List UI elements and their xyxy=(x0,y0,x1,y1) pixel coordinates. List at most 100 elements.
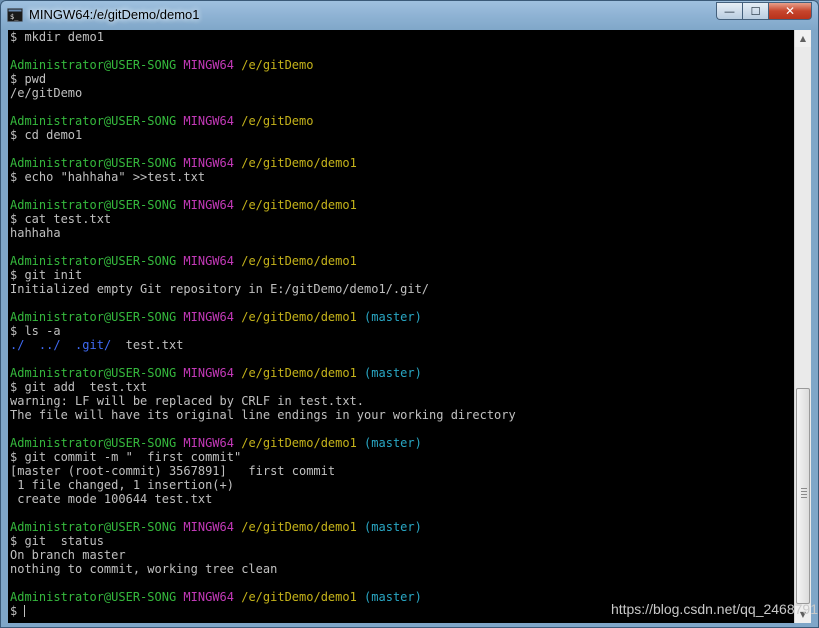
terminal-yellow-segment: /e/gitDemo/demo1 xyxy=(241,366,357,380)
terminal-green-segment: Administrator@USER-SONG xyxy=(10,366,177,380)
terminal-magenta-segment: MINGW64 xyxy=(183,310,234,324)
terminal-line: $ cd demo1 xyxy=(10,128,790,142)
terminal-line: [master (root-commit) 3567891] first com… xyxy=(10,464,790,478)
terminal-text-segment: $ ls -a xyxy=(10,324,61,338)
terminal-magenta-segment: MINGW64 xyxy=(183,156,234,170)
terminal-client-area[interactable]: $ mkdir demo1 Administrator@USER-SONG MIN… xyxy=(8,30,811,623)
terminal-output[interactable]: $ mkdir demo1 Administrator@USER-SONG MIN… xyxy=(10,30,790,623)
close-button[interactable]: ✕ xyxy=(768,2,812,20)
terminal-cyan-segment: (master) xyxy=(364,590,422,604)
terminal-text-segment: warning: LF will be replaced by CRLF in … xyxy=(10,394,365,408)
terminal-line: $ ls -a xyxy=(10,324,790,338)
terminal-line: ./ ../ .git/ test.txt xyxy=(10,338,790,352)
terminal-green-segment: Administrator@USER-SONG xyxy=(10,114,177,128)
terminal-green-segment: Administrator@USER-SONG xyxy=(10,254,177,268)
scrollbar-thumb[interactable] xyxy=(796,388,810,604)
terminal-line: Administrator@USER-SONG MINGW64 /e/gitDe… xyxy=(10,198,790,212)
terminal-line: $ echo "hahhaha" >>test.txt xyxy=(10,170,790,184)
terminal-text-segment: $ git add test.txt xyxy=(10,380,148,394)
terminal-line: /e/gitDemo xyxy=(10,86,790,100)
minimize-button[interactable]: — xyxy=(716,2,742,20)
terminal-cyan-segment: (master) xyxy=(364,436,422,450)
maximize-button[interactable]: ☐ xyxy=(742,2,768,20)
terminal-line: $ git init xyxy=(10,268,790,282)
terminal-line: Administrator@USER-SONG MINGW64 /e/gitDe… xyxy=(10,156,790,170)
terminal-yellow-segment: /e/gitDemo/demo1 xyxy=(241,254,357,268)
terminal-yellow-segment: /e/gitDemo/demo1 xyxy=(241,156,357,170)
terminal-green-segment: Administrator@USER-SONG xyxy=(10,436,177,450)
terminal-text-segment: hahhaha xyxy=(10,226,61,240)
terminal-yellow-segment: /e/gitDemo xyxy=(241,114,314,128)
terminal-text-segment: On branch master xyxy=(10,548,126,562)
terminal-text-segment: Initialized empty Git repository in E:/g… xyxy=(10,282,430,296)
terminal-line: On branch master xyxy=(10,548,790,562)
terminal-text-segment: /e/gitDemo xyxy=(10,86,83,100)
close-icon: ✕ xyxy=(784,4,796,18)
terminal-text-segment: create mode 100644 test.txt xyxy=(10,492,213,506)
terminal-text-segment: $ pwd xyxy=(10,72,47,86)
mingw-app-icon: $_ xyxy=(7,8,23,22)
terminal-line: Administrator@USER-SONG MINGW64 /e/gitDe… xyxy=(10,58,790,72)
terminal-yellow-segment: /e/gitDemo/demo1 xyxy=(241,520,357,534)
caption-buttons: — ☐ ✕ xyxy=(716,2,812,21)
terminal-blue-segment: ./ xyxy=(10,338,25,352)
terminal-text-segment: The file will have its original line end… xyxy=(10,408,516,422)
terminal-text-segment: nothing to commit, working tree clean xyxy=(10,562,278,576)
title-bar[interactable]: $_ MINGW64:/e/gitDemo/demo1 — ☐ ✕ xyxy=(1,1,818,29)
terminal-magenta-segment: MINGW64 xyxy=(183,590,234,604)
terminal-line: $ git status xyxy=(10,534,790,548)
scroll-up-icon: ▲ xyxy=(799,34,807,43)
terminal-cyan-segment: (master) xyxy=(364,310,422,324)
svg-text:$_: $_ xyxy=(10,13,19,21)
terminal-cyan-segment: (master) xyxy=(364,520,422,534)
maximize-icon: ☐ xyxy=(750,4,761,18)
terminal-line: Administrator@USER-SONG MINGW64 /e/gitDe… xyxy=(10,520,790,534)
terminal-text-segment: 1 file changed, 1 insertion(+) xyxy=(10,478,234,492)
terminal-text-segment: $ git status xyxy=(10,534,104,548)
terminal-text-segment: [master (root-commit) 3567891] first com… xyxy=(10,464,336,478)
terminal-blue-segment: ../ xyxy=(38,338,61,352)
terminal-line: Administrator@USER-SONG MINGW64 /e/gitDe… xyxy=(10,436,790,450)
minimize-icon: — xyxy=(724,4,735,18)
vertical-scrollbar[interactable]: ▲ ▼ xyxy=(794,30,811,623)
terminal-green-segment: Administrator@USER-SONG xyxy=(10,58,177,72)
terminal-line: $ mkdir demo1 xyxy=(10,30,790,44)
terminal-line: Administrator@USER-SONG MINGW64 /e/gitDe… xyxy=(10,366,790,380)
text-cursor xyxy=(24,605,26,617)
terminal-text-segment: test.txt xyxy=(111,338,184,352)
scroll-up-button[interactable]: ▲ xyxy=(795,30,811,47)
terminal-green-segment: Administrator@USER-SONG xyxy=(10,520,177,534)
terminal-cyan-segment: (master) xyxy=(364,366,422,380)
terminal-yellow-segment: /e/gitDemo/demo1 xyxy=(241,436,357,450)
terminal-text-segment: $ cd demo1 xyxy=(10,128,83,142)
watermark-text: https://blog.csdn.net/qq_2468791 xyxy=(610,601,818,617)
terminal-magenta-segment: MINGW64 xyxy=(183,114,234,128)
terminal-text-segment: $ git init xyxy=(10,268,83,282)
terminal-line: hahhaha xyxy=(10,226,790,240)
terminal-text-segment: $ git commit -m " first commit" xyxy=(10,450,242,464)
scrollbar-grip-icon xyxy=(801,488,807,500)
terminal-green-segment: Administrator@USER-SONG xyxy=(10,156,177,170)
terminal-text-segment: $ mkdir demo1 xyxy=(10,30,104,44)
terminal-line: $ git commit -m " first commit" xyxy=(10,450,790,464)
terminal-line: $ git add test.txt xyxy=(10,380,790,394)
terminal-text-segment: $ xyxy=(10,604,25,618)
terminal-line: Administrator@USER-SONG MINGW64 /e/gitDe… xyxy=(10,254,790,268)
terminal-yellow-segment: /e/gitDemo/demo1 xyxy=(241,590,357,604)
terminal-line: $ cat test.txt xyxy=(10,212,790,226)
terminal-line: warning: LF will be replaced by CRLF in … xyxy=(10,394,790,408)
terminal-green-segment: Administrator@USER-SONG xyxy=(10,198,177,212)
terminal-magenta-segment: MINGW64 xyxy=(183,366,234,380)
